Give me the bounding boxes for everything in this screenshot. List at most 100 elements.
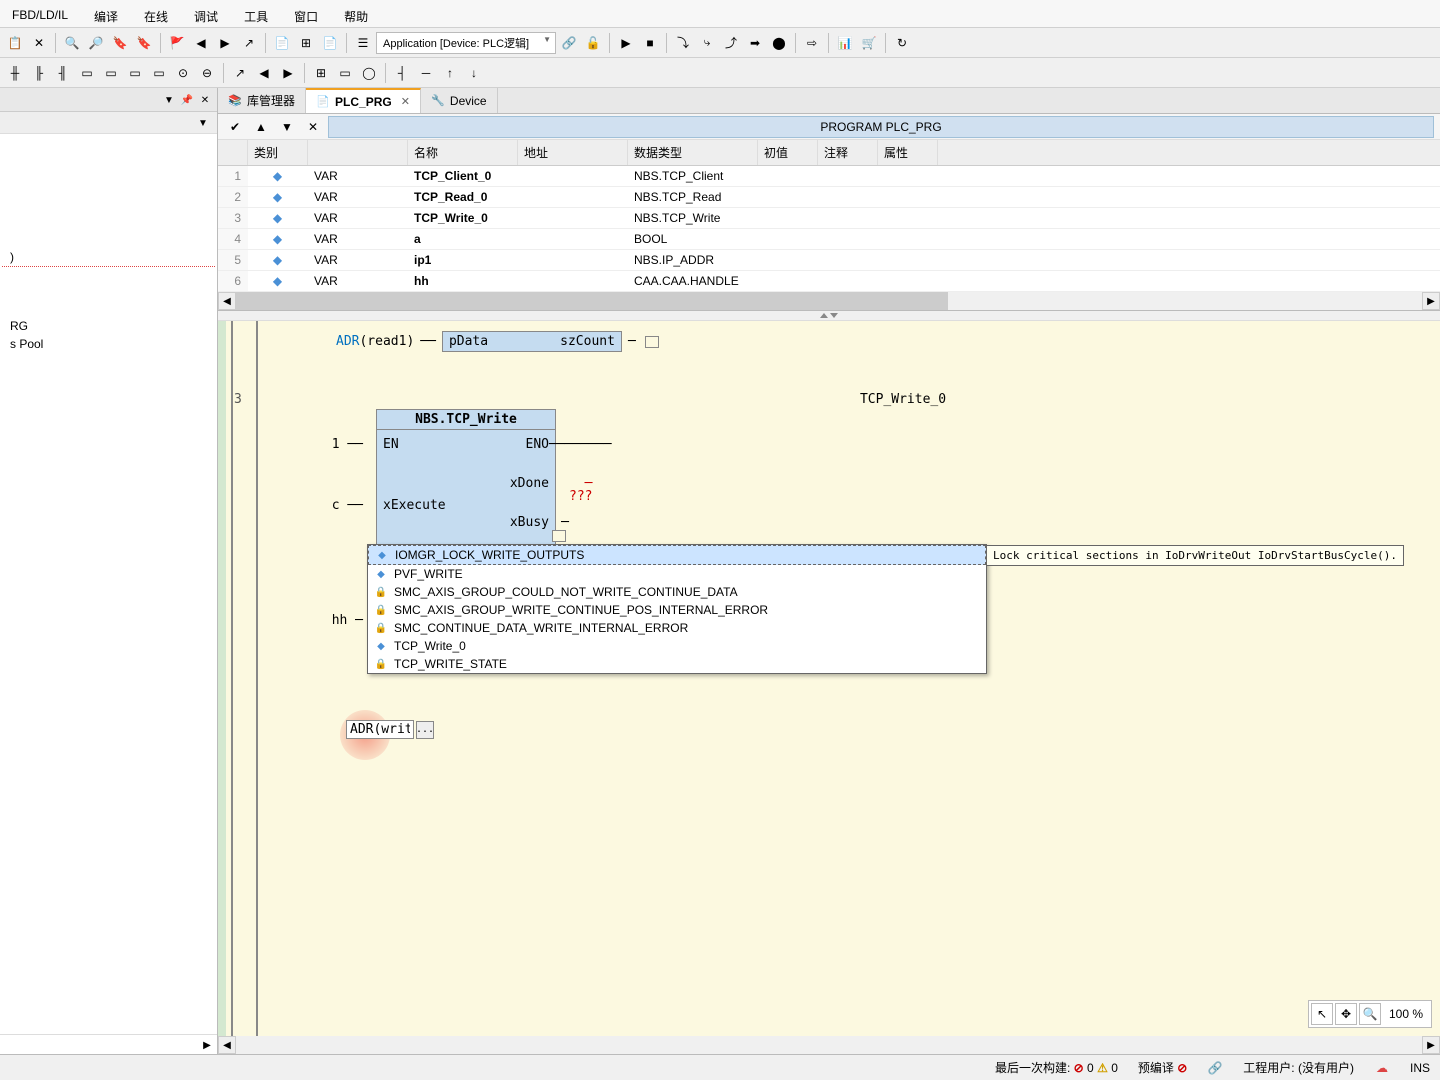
table-row[interactable]: 6◆VARhhCAA.CAA.HANDLE bbox=[218, 271, 1440, 292]
var-table-body[interactable]: 1◆VARTCP_Client_0NBS.TCP_Client2◆VARTCP_… bbox=[218, 166, 1440, 292]
autocomplete-item[interactable]: 🔒SMC_AXIS_GROUP_COULD_NOT_WRITE_CONTINUE… bbox=[368, 583, 986, 601]
pin-en-input[interactable]: 1 ── bbox=[332, 438, 363, 451]
next-flag-icon[interactable]: ▶ bbox=[214, 32, 236, 54]
new-icon[interactable]: 📄 bbox=[319, 32, 341, 54]
zoom-cursor-icon[interactable]: ↖ bbox=[1311, 1003, 1333, 1025]
stop-icon[interactable]: ■ bbox=[639, 32, 661, 54]
status-link-icon[interactable]: 🔗 bbox=[1207, 1060, 1223, 1076]
fbd-return-icon[interactable]: ◀ bbox=[253, 62, 275, 84]
output-connector[interactable] bbox=[645, 336, 659, 348]
fbd-scroll-right-icon[interactable]: ▶ bbox=[1422, 1036, 1440, 1054]
menu-tools[interactable]: 工具 bbox=[232, 4, 280, 23]
fbd-coil-icon[interactable]: ◯ bbox=[358, 62, 380, 84]
table-row[interactable]: 2◆VARTCP_Read_0NBS.TCP_Read bbox=[218, 187, 1440, 208]
find-icon[interactable]: 🔍 bbox=[61, 32, 83, 54]
zoom-move-icon[interactable]: ✥ bbox=[1335, 1003, 1357, 1025]
close-icon[interactable]: ✕ bbox=[28, 32, 50, 54]
fbd-tool-4[interactable]: ▭ bbox=[76, 62, 98, 84]
autocomplete-item[interactable]: 🔒SMC_AXIS_GROUP_WRITE_CONTINUE_POS_INTER… bbox=[368, 601, 986, 619]
fbd-tool-6[interactable]: ▭ bbox=[124, 62, 146, 84]
application-selector[interactable]: Application [Device: PLC逻辑] bbox=[376, 32, 556, 54]
tab-plc-prg[interactable]: 📄 PLC_PRG ✕ bbox=[306, 88, 421, 113]
fbd-down-icon[interactable]: ↓ bbox=[463, 62, 485, 84]
step-into-icon[interactable]: ⤷ bbox=[696, 32, 718, 54]
adr-write-input-row[interactable]: ... bbox=[346, 720, 434, 739]
menu-debug[interactable]: 调试 bbox=[182, 4, 230, 23]
fbd-input-field[interactable] bbox=[346, 720, 414, 739]
table-row[interactable]: 3◆VARTCP_Write_0NBS.TCP_Write bbox=[218, 208, 1440, 229]
breakpoint-icon[interactable]: ⬤ bbox=[768, 32, 790, 54]
zoom-magnify-icon[interactable]: 🔍 bbox=[1359, 1003, 1381, 1025]
menu-window[interactable]: 窗口 bbox=[282, 4, 330, 23]
table-row[interactable]: 1◆VARTCP_Client_0NBS.TCP_Client bbox=[218, 166, 1440, 187]
fbd-tool-9[interactable]: ⊖ bbox=[196, 62, 218, 84]
fbd-tool-2[interactable]: ╟ bbox=[28, 62, 50, 84]
autocomplete-item[interactable]: ◆TCP_Write_0 bbox=[368, 637, 986, 655]
tree-item-prg[interactable]: ) bbox=[2, 248, 215, 267]
sidebar-scroll-right-icon[interactable]: ▶ bbox=[199, 1037, 215, 1053]
fbd-tool-7[interactable]: ▭ bbox=[148, 62, 170, 84]
sidebar-sub-dropdown-icon[interactable]: ▼ bbox=[195, 115, 211, 131]
autocomplete-popup[interactable]: Lock critical sections in IoDrvWriteOut … bbox=[367, 544, 987, 674]
ellipsis-button[interactable]: ... bbox=[416, 721, 434, 739]
zoom-level[interactable]: 100 % bbox=[1383, 1007, 1429, 1021]
nav-up-icon[interactable]: ▲ bbox=[250, 116, 272, 138]
fbd-tool-1[interactable]: ╫ bbox=[4, 62, 26, 84]
replace-icon[interactable]: 🔎 bbox=[85, 32, 107, 54]
var-hscroll[interactable]: ◀ ▶ bbox=[218, 292, 1440, 310]
cart-icon[interactable]: 🛒 bbox=[858, 32, 880, 54]
tab-close-icon[interactable]: ✕ bbox=[401, 95, 410, 108]
fbd-tool-8[interactable]: ⊙ bbox=[172, 62, 194, 84]
autocomplete-item[interactable]: 🔒SMC_CONTINUE_DATA_WRITE_INTERNAL_ERROR bbox=[368, 619, 986, 637]
copy-icon[interactable]: 📄 bbox=[271, 32, 293, 54]
fb-instance-name[interactable]: TCP_Write_0 bbox=[376, 392, 1430, 407]
prev-flag-icon[interactable]: ◀ bbox=[190, 32, 212, 54]
fbd-line-icon[interactable]: ─ bbox=[415, 62, 437, 84]
chart-icon[interactable]: 📊 bbox=[834, 32, 856, 54]
sidebar-dropdown-icon[interactable]: ▼ bbox=[161, 92, 177, 108]
menu-help[interactable]: 帮助 bbox=[332, 4, 380, 23]
bookmark-icon[interactable]: 🔖 bbox=[109, 32, 131, 54]
nav-check-icon[interactable]: ✔ bbox=[224, 116, 246, 138]
pin-hh-input[interactable]: hh ─ bbox=[332, 614, 363, 627]
fbd-jump-icon[interactable]: ↗ bbox=[229, 62, 251, 84]
table-row[interactable]: 5◆VARip1NBS.IP_ADDR bbox=[218, 250, 1440, 271]
menu-online[interactable]: 在线 bbox=[132, 4, 180, 23]
fbd-scroll-left-icon[interactable]: ◀ bbox=[218, 1036, 236, 1054]
tcp-write-block[interactable]: NBS.TCP_Write 1 ── EN c ── xExecute bbox=[376, 409, 556, 648]
bookmark2-icon[interactable]: 🔖 bbox=[133, 32, 155, 54]
flag-icon[interactable]: 🚩 bbox=[166, 32, 188, 54]
menu-fbd[interactable]: FBD/LD/IL bbox=[0, 4, 80, 23]
paste-icon[interactable]: 📋 bbox=[4, 32, 26, 54]
status-cloud-icon[interactable]: ☁ bbox=[1374, 1060, 1390, 1076]
autocomplete-item[interactable]: ◆IOMGR_LOCK_WRITE_OUTPUTS bbox=[368, 545, 986, 565]
fbd-hscroll[interactable]: ◀ ▶ bbox=[218, 1036, 1440, 1054]
nav-down-icon[interactable]: ▼ bbox=[276, 116, 298, 138]
pin-xdone-value[interactable]: ─ ??? bbox=[569, 477, 592, 503]
sidebar-pin-icon[interactable]: 📌 bbox=[179, 92, 195, 108]
nav-close-icon[interactable]: ✕ bbox=[302, 116, 324, 138]
pin-xexecute-input[interactable]: c ── bbox=[332, 499, 363, 512]
logout-icon[interactable]: 🔓 bbox=[582, 32, 604, 54]
autocomplete-item[interactable]: 🔒TCP_WRITE_STATE bbox=[368, 655, 986, 673]
fbd-branch-icon[interactable]: ┤ bbox=[391, 62, 413, 84]
menu-compile[interactable]: 编译 bbox=[82, 4, 130, 23]
pdata-block[interactable]: pData szCount bbox=[442, 331, 622, 352]
tree-item-pool[interactable]: s Pool bbox=[2, 335, 215, 353]
grid-icon[interactable]: ⊞ bbox=[295, 32, 317, 54]
table-row[interactable]: 4◆VARaBOOL bbox=[218, 229, 1440, 250]
tree-item-rg[interactable]: RG bbox=[2, 317, 215, 335]
hscroll-right-icon[interactable]: ▶ bbox=[1422, 292, 1440, 310]
splitter-handle[interactable] bbox=[218, 311, 1440, 321]
step-out-icon[interactable]: ⤴ bbox=[720, 32, 742, 54]
step-over-icon[interactable]: ⤵ bbox=[672, 32, 694, 54]
fbd-up-icon[interactable]: ↑ bbox=[439, 62, 461, 84]
refresh-icon[interactable]: ↻ bbox=[891, 32, 913, 54]
fbd-editor[interactable]: ADR(read1) ── pData szCount ─ 3 TCP_Writ… bbox=[218, 321, 1440, 1036]
tab-library[interactable]: 📚 库管理器 bbox=[218, 88, 306, 113]
fbd-block-icon[interactable]: ▭ bbox=[334, 62, 356, 84]
fbd-tool-5[interactable]: ▭ bbox=[100, 62, 122, 84]
cursor-icon[interactable]: ➡ bbox=[744, 32, 766, 54]
step-icon[interactable]: ↗ bbox=[238, 32, 260, 54]
hscroll-left-icon[interactable]: ◀ bbox=[218, 292, 236, 310]
